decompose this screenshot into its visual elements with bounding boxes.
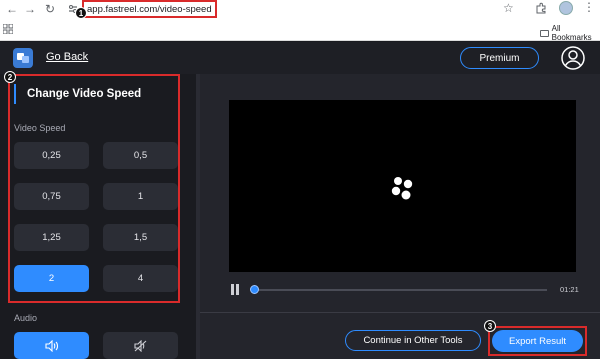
menu-kebab-icon[interactable]: ⋮ xyxy=(583,0,595,14)
speed-option-0-25[interactable]: 0,25 xyxy=(14,142,89,169)
folder-icon xyxy=(540,29,549,37)
divider xyxy=(200,312,600,313)
seek-track[interactable] xyxy=(252,289,547,291)
profile-avatar[interactable] xyxy=(559,1,573,15)
loading-spinner-icon xyxy=(391,177,413,200)
export-result-button[interactable]: Export Result xyxy=(492,330,583,352)
bookmark-star-icon[interactable]: ☆ xyxy=(503,1,514,15)
annotation-badge-1: 1 xyxy=(75,7,87,19)
logo-glyph-icon xyxy=(17,53,29,63)
audio-mute-button[interactable] xyxy=(103,332,178,359)
go-back-link[interactable]: Go Back xyxy=(46,51,88,63)
speed-option-0-5[interactable]: 0,5 xyxy=(103,142,178,169)
premium-button[interactable]: Premium xyxy=(460,47,539,69)
seek-thumb[interactable] xyxy=(250,285,259,294)
pause-bar xyxy=(231,284,234,295)
bookmarks-label: All Bookmarks xyxy=(551,24,592,42)
address-bar[interactable]: app.fastreel.com/video-speed xyxy=(82,0,217,18)
speed-option-1-5[interactable]: 1,5 xyxy=(103,224,178,251)
duration-time: 01:21 xyxy=(560,285,579,294)
back-icon[interactable]: ← xyxy=(4,0,20,18)
extensions-icon[interactable] xyxy=(535,2,547,14)
forward-icon[interactable]: → xyxy=(22,0,38,18)
continue-other-tools-button[interactable]: Continue in Other Tools xyxy=(345,330,481,351)
speaker-muted-icon xyxy=(133,339,146,352)
all-bookmarks[interactable]: All Bookmarks xyxy=(540,24,600,42)
speed-option-1[interactable]: 1 xyxy=(103,183,178,210)
app-header: Go Back Premium xyxy=(0,42,600,74)
video-speed-label: Video Speed xyxy=(14,123,66,133)
speed-option-0-75[interactable]: 0,75 xyxy=(14,183,89,210)
user-account-icon[interactable] xyxy=(561,46,585,70)
url-text: app.fastreel.com/video-speed xyxy=(87,3,212,15)
speed-option-1-25[interactable]: 1,25 xyxy=(14,224,89,251)
apps-grid-icon[interactable] xyxy=(3,24,13,34)
speaker-icon xyxy=(44,339,58,352)
panel-title: Change Video Speed xyxy=(27,88,142,100)
annotation-badge-2: 2 xyxy=(4,71,16,83)
annotation-badge-3: 3 xyxy=(484,320,496,332)
browser-chrome: ← → ↻ app.fastreel.com/video-speed 1 ☆ ⋮… xyxy=(0,0,600,42)
audio-label: Audio xyxy=(14,313,38,323)
speed-option-4[interactable]: 4 xyxy=(103,265,178,292)
audio-on-button[interactable] xyxy=(14,332,89,359)
pause-bar xyxy=(236,284,239,295)
pause-button[interactable] xyxy=(231,284,239,295)
reload-icon[interactable]: ↻ xyxy=(42,0,58,18)
speed-option-2-selected[interactable]: 2 xyxy=(14,265,89,292)
fastreel-logo-icon[interactable] xyxy=(13,48,33,68)
title-accent-bar xyxy=(14,84,16,104)
